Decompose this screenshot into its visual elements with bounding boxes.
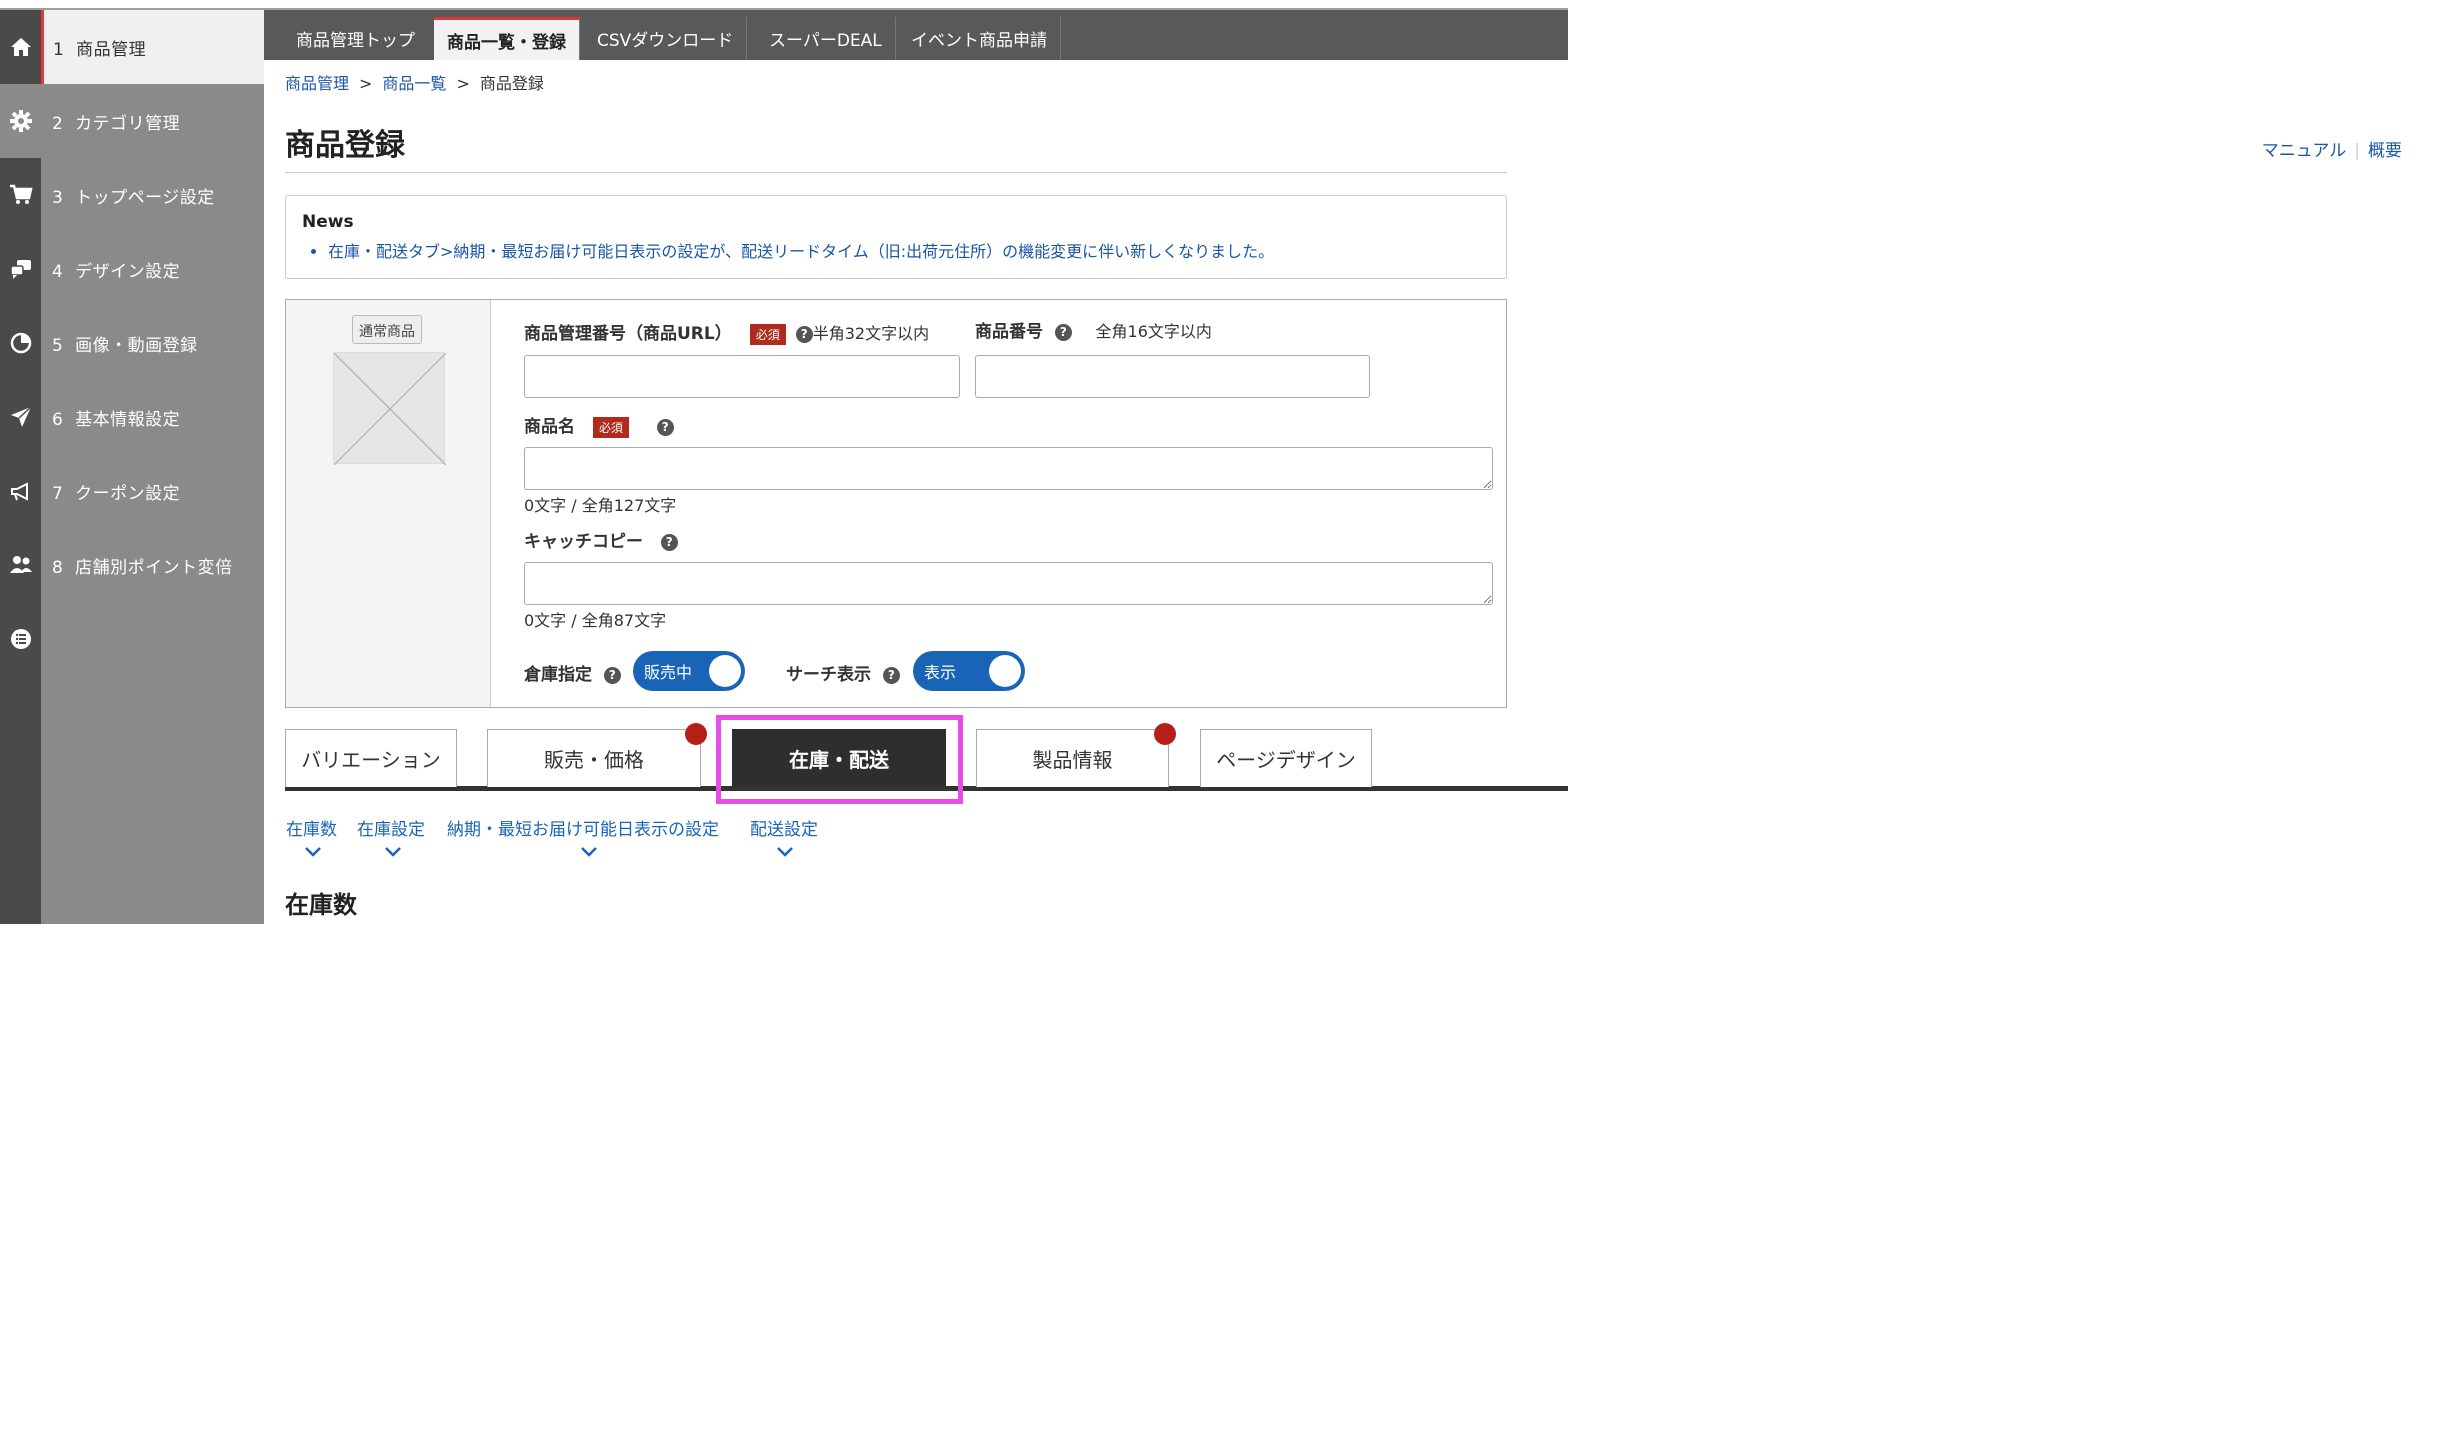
sidebar-item-more[interactable] [0,602,264,676]
home-icon [0,10,41,84]
product-number-label: 商品番号 ? 全角16文字以内 [975,322,1212,342]
megaphone-icon [0,454,41,528]
tab-page-design[interactable]: ページデザイン [1200,729,1372,787]
sidebar-item-media[interactable]: 5 画像・動画登録 [0,306,264,380]
product-type-badge: 通常商品 [352,315,422,344]
warehouse-toggle[interactable]: 販売中 [633,651,745,691]
anchor-inventory-settings[interactable]: 在庫設定 [357,815,425,840]
sidebar-item-label: 6 基本情報設定 [52,409,181,430]
sidebar-item-top-page[interactable]: 3 トップページ設定 [0,158,264,232]
section-title: 在庫数 [285,891,357,919]
sidebar-item-label: 1 商品管理 [53,39,147,60]
tab-event-application[interactable]: イベント商品申請 [898,17,1061,60]
paper-plane-icon [0,380,41,454]
mgmt-number-input[interactable] [524,355,960,398]
catch-copy-label: キャッチコピー ? [524,527,678,552]
product-form-card: 通常商品 商品管理番号（商品URL） 必須? 半角32文字以内 商品番号 ? 全角1… [285,299,1507,708]
tab-sales-price[interactable]: 販売・価格 [487,729,701,787]
chevron-down-icon[interactable] [383,845,403,859]
chevron-down-icon[interactable] [579,845,599,859]
help-icon[interactable]: ? [1054,323,1072,341]
cart-icon [0,158,41,232]
help-icon[interactable]: ? [795,325,813,343]
search-display-label: サーチ表示 ? [786,660,900,685]
help-icon[interactable]: ? [656,418,674,436]
product-name-char-count: 0文字 / 全角127文字 [524,496,677,515]
sidebar-item-design[interactable]: 4 デザイン設定 [0,232,264,306]
sidebar-item-coupon[interactable]: 7 クーポン設定 [0,454,264,528]
product-number-input[interactable] [975,355,1370,398]
notification-dot [685,723,707,745]
tab-product-top[interactable]: 商品管理トップ [283,17,428,60]
overview-link[interactable]: 概要 [2368,141,2402,161]
help-icon[interactable]: ? [603,666,621,684]
image-placeholder-icon[interactable] [333,352,447,466]
header-links: マニュアル | 概要 [2261,141,2402,161]
sidebar-item-label: 8 店舗別ポイント変倍 [52,557,233,578]
product-name-input[interactable] [524,447,1493,490]
product-name-label: 商品名 必須 ? [524,412,674,438]
sidebar-item-label: 4 デザイン設定 [52,261,181,282]
chevron-down-icon[interactable] [775,845,795,859]
chat-icon [0,232,41,306]
tab-super-deal[interactable]: スーパーDEAL [756,17,896,60]
notification-dot [1154,723,1176,745]
product-image-panel: 通常商品 [286,300,491,707]
top-border [0,0,1568,10]
sidebar-item-label: 2 カテゴリ管理 [52,113,181,134]
sidebar-item-product-management[interactable]: 1 商品管理 [0,10,264,84]
tab-csv-download[interactable]: CSVダウンロード [584,17,748,60]
breadcrumb: 商品管理 > 商品一覧 > 商品登録 [285,74,544,93]
tab-variation[interactable]: バリエーション [285,729,457,787]
help-icon[interactable]: ? [660,533,678,551]
news-box: News 在庫・配送タブ>納期・最短お届け可能日表示の設定が、配送リードタイム（… [285,195,1507,279]
required-badge: 必須 [749,323,786,345]
catch-copy-input[interactable] [524,562,1493,605]
news-item-link[interactable]: 在庫・配送タブ>納期・最短お届け可能日表示の設定が、配送リードタイム（旧:出荷元… [328,238,1490,262]
required-badge: 必須 [593,416,630,438]
warehouse-label: 倉庫指定 ? [524,660,621,685]
list-icon [0,602,41,676]
sidebar-item-label: 5 画像・動画登録 [52,335,198,356]
gear-icon [0,84,41,158]
tab-product-info[interactable]: 製品情報 [976,729,1169,787]
highlight-box [716,715,963,804]
chevron-down-icon[interactable] [303,845,323,859]
anchor-delivery-date-settings[interactable]: 納期・最短お届け可能日表示の設定 [447,815,719,840]
sidebar-item-basic-info[interactable]: 6 基本情報設定 [0,380,264,454]
users-icon [0,528,41,602]
sidebar-item-label: 7 クーポン設定 [52,483,181,504]
anchor-inventory-count[interactable]: 在庫数 [286,815,337,840]
tab-product-list[interactable]: 商品一覧・登録 [434,17,580,60]
pie-chart-icon [0,306,41,380]
page-title: 商品登録 [285,128,405,163]
sidebar-item-category[interactable]: 2 カテゴリ管理 [0,84,264,158]
mgmt-number-label: 商品管理番号（商品URL） 必須? 半角32文字以内 [524,323,930,345]
breadcrumb-link[interactable]: 商品管理 [285,74,349,93]
breadcrumb-current: 商品登録 [479,74,544,93]
divider [285,172,1507,173]
sidebar-item-label: 3 トップページ設定 [52,187,215,208]
help-icon[interactable]: ? [882,666,900,684]
breadcrumb-link[interactable]: 商品一覧 [382,74,446,93]
anchor-shipping-settings[interactable]: 配送設定 [750,815,818,840]
top-navigation: 商品管理トップ 商品一覧・登録 CSVダウンロード スーパーDEAL イベント商… [264,10,1568,60]
news-heading: News [302,212,354,232]
search-display-toggle[interactable]: 表示 [913,651,1025,691]
manual-link[interactable]: マニュアル [2262,141,2347,161]
catch-copy-char-count: 0文字 / 全角87文字 [524,611,667,630]
sidebar-item-points[interactable]: 8 店舗別ポイント変倍 [0,528,264,602]
